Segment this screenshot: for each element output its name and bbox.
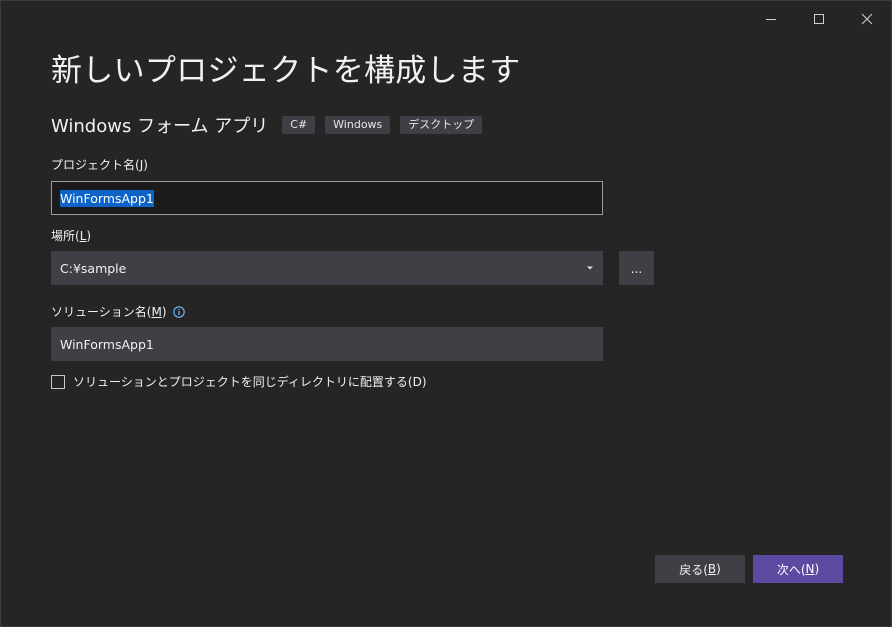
solution-name-label: ソリューション名(M) — [51, 303, 185, 320]
same-directory-checkbox[interactable] — [51, 374, 65, 389]
maximize-button[interactable] — [803, 7, 835, 31]
close-icon — [861, 13, 873, 25]
solution-name-input[interactable]: WinFormsApp1 — [51, 327, 603, 361]
tag-language: C# — [282, 116, 316, 134]
solution-name-value: WinFormsApp1 — [60, 336, 154, 352]
minimize-icon — [766, 19, 776, 20]
page-title: 新しいプロジェクトを構成します — [51, 53, 521, 89]
project-name-value: WinFormsApp1 — [60, 189, 154, 207]
location-value: C:¥sample — [60, 260, 127, 276]
template-info: Windows フォーム アプリ C# Windows デスクトップ — [51, 113, 492, 137]
chevron-down-icon[interactable] — [586, 265, 594, 271]
tag-project-type: デスクトップ — [400, 116, 483, 134]
project-name-input[interactable]: WinFormsApp1 — [51, 181, 603, 215]
template-name: Windows フォーム アプリ — [51, 116, 269, 137]
location-combobox[interactable]: C:¥sample — [51, 251, 603, 285]
same-directory-option[interactable]: ソリューションとプロジェクトを同じディレクトリに配置する(D) — [51, 373, 427, 390]
tag-platform: Windows — [325, 116, 391, 134]
location-label: 場所(L) — [51, 229, 92, 243]
info-icon[interactable] — [172, 306, 185, 318]
browse-label: ... — [630, 262, 643, 276]
browse-location-button[interactable]: ... — [619, 251, 654, 285]
close-button[interactable] — [851, 7, 883, 31]
next-button[interactable]: 次へ(N) — [753, 555, 843, 583]
minimize-button[interactable] — [755, 7, 787, 31]
configure-project-window: 新しいプロジェクトを構成します Windows フォーム アプリ C# Wind… — [0, 0, 892, 627]
back-button[interactable]: 戻る(B) — [655, 555, 745, 583]
same-directory-label: ソリューションとプロジェクトを同じディレクトリに配置する(D) — [73, 375, 427, 389]
maximize-icon — [814, 14, 824, 24]
project-name-label: プロジェクト名(J) — [51, 158, 148, 172]
